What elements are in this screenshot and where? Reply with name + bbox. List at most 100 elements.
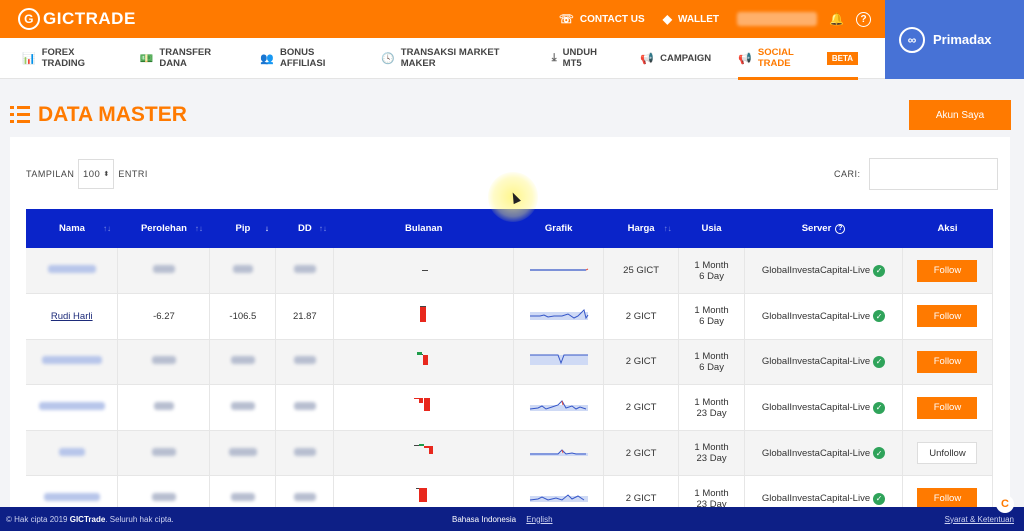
cell-action: Follow xyxy=(902,384,993,431)
table-row: 2 GICT 1 Month 6 Day GlobalInvestaCapital… xyxy=(26,339,993,386)
cell-monthly-chart xyxy=(333,430,515,477)
follow-button[interactable]: Follow xyxy=(917,259,978,282)
user-name-redacted[interactable] xyxy=(737,12,818,26)
entries-label: ENTRI xyxy=(118,169,148,179)
col-pip[interactable]: Pip ↓ xyxy=(209,209,276,248)
nav-label: SOCIAL TRADE xyxy=(757,47,794,69)
cell-name[interactable]: Rudi Harli xyxy=(26,293,119,340)
verified-check-icon: ✓ xyxy=(873,447,886,460)
table-row: 2 GICT 1 Month 23 Day GlobalInvestaCapita… xyxy=(26,430,993,477)
cell-action: Follow xyxy=(902,293,993,340)
cell-perolehan xyxy=(117,475,211,509)
users-icon: 👥 xyxy=(260,52,274,65)
cell-perolehan xyxy=(117,384,211,431)
cell-dd xyxy=(275,248,335,295)
cell-name[interactable] xyxy=(26,339,119,386)
akun-saya-button[interactable]: Akun Saya xyxy=(909,100,1011,130)
master-table: Nama ↑↓ Perolehan ↑↓ Pip ↓ DD ↑↓ Bulanan Gra… xyxy=(26,209,993,509)
page-size-value: 100 xyxy=(82,168,101,180)
bell-icon[interactable]: 🔔 xyxy=(829,12,844,26)
cell-server: GlobalInvestaCapital-Live ✓ xyxy=(744,475,903,509)
help-icon[interactable]: ? xyxy=(856,11,871,27)
col-dd[interactable]: DD ↑↓ xyxy=(275,209,334,248)
verified-check-icon: ✓ xyxy=(873,401,886,414)
cell-dd xyxy=(275,339,335,386)
logo[interactable]: G GICTRADE xyxy=(18,8,136,30)
page-title: DATA MASTER xyxy=(38,103,187,126)
sort-icon: ↑↓ xyxy=(102,224,111,233)
redacted-name xyxy=(58,447,85,456)
table-row: 25 GICT 1 Month 6 Day GlobalInvestaCapita… xyxy=(26,248,993,295)
download-icon: ⤓ xyxy=(551,51,557,64)
page-size-select[interactable]: 100 ⬍ xyxy=(78,159,115,189)
unfollow-button[interactable]: Unfollow xyxy=(917,442,978,465)
cell-dd xyxy=(275,384,335,431)
col-nama[interactable]: Nama ↑↓ xyxy=(26,209,118,248)
cell-name[interactable] xyxy=(26,384,119,431)
sparkline xyxy=(529,308,589,320)
sort-icon: ↑↓ xyxy=(663,224,672,233)
primadax-button[interactable]: ∞ Primadax xyxy=(885,0,1024,79)
cell-name[interactable] xyxy=(26,430,119,477)
nav-transfer-dana[interactable]: 💵 TRANSFER DANA xyxy=(140,38,234,79)
sort-icon: ↑↓ xyxy=(194,224,203,233)
search-input[interactable] xyxy=(868,158,998,190)
cell-age: 1 Month 23 Day xyxy=(678,475,746,509)
trader-name-link[interactable]: Rudi Harli xyxy=(51,311,93,322)
cell-name[interactable] xyxy=(26,248,119,295)
wallet-link[interactable]: ◆ WALLET xyxy=(663,12,719,26)
nav-social-trade[interactable]: 📢 SOCIAL TRADE BETA xyxy=(738,38,859,80)
sparkline xyxy=(529,268,588,271)
cell-sparkline xyxy=(513,293,605,340)
nav-campaign[interactable]: 📢 CAMPAIGN xyxy=(640,38,711,79)
cell-action: Follow xyxy=(902,248,993,295)
cell-name[interactable] xyxy=(26,475,119,509)
contact-us-link[interactable]: ☏ CONTACT US xyxy=(559,12,645,26)
top-links: ☏ CONTACT US ◆ WALLET 🔔 ? xyxy=(559,0,871,38)
megaphone-icon: 📢 xyxy=(640,52,655,65)
follow-button[interactable]: Follow xyxy=(917,350,978,373)
primadax-logo-icon: ∞ xyxy=(899,26,925,53)
nav-unduh-mt5[interactable]: ⤓ UNDUH MT5 xyxy=(552,38,614,79)
lang-indonesian[interactable]: Bahasa Indonesia xyxy=(452,515,516,524)
monthly-bars xyxy=(415,488,427,503)
primadax-label: Primadax xyxy=(933,32,992,47)
col-perolehan[interactable]: Perolehan ↑↓ xyxy=(117,209,210,248)
nav-forex-trading[interactable]: 📊 FOREX TRADING xyxy=(22,38,113,79)
nav-bonus-affiliasi[interactable]: 👥 BONUS AFFILIASI xyxy=(260,38,354,79)
follow-button[interactable]: Follow xyxy=(917,396,978,419)
cell-age: 1 Month 6 Day xyxy=(678,293,746,340)
nav-label: CAMPAIGN xyxy=(660,52,712,64)
nav-transaksi-market-maker[interactable]: 🕓 TRANSAKSI MARKET MAKER xyxy=(381,38,525,79)
cell-monthly-chart xyxy=(333,293,515,340)
col-aksi: Aksi xyxy=(902,209,993,248)
col-server: Server? xyxy=(744,209,903,248)
cell-perolehan xyxy=(117,248,211,295)
verified-check-icon: ✓ xyxy=(873,310,886,323)
nav-label: TRANSAKSI MARKET MAKER xyxy=(400,47,500,69)
follow-button[interactable]: Follow xyxy=(917,487,978,509)
info-icon[interactable]: ? xyxy=(835,223,846,234)
lang-english[interactable]: English xyxy=(526,515,552,524)
logo-mark-icon: G xyxy=(18,8,40,30)
chat-widget-icon[interactable]: C xyxy=(996,495,1014,513)
money-icon: 💵 xyxy=(139,52,154,65)
table-row: 2 GICT 1 Month 23 Day GlobalInvestaCapita… xyxy=(26,475,993,509)
cell-price: 2 GICT xyxy=(603,339,680,386)
sparkline xyxy=(529,494,588,503)
follow-button[interactable]: Follow xyxy=(917,305,978,328)
terms-link[interactable]: Syarat & Ketentuan xyxy=(945,515,1014,524)
verified-check-icon: ✓ xyxy=(873,355,886,368)
contact-us-label: CONTACT US xyxy=(579,13,645,25)
cell-perolehan: -6.27 xyxy=(117,293,211,340)
cell-sparkline xyxy=(513,339,605,386)
wallet-label: WALLET xyxy=(677,13,720,25)
cell-action: Follow xyxy=(902,475,993,509)
col-harga[interactable]: Harga ↑↓ xyxy=(603,209,679,248)
list-icon xyxy=(10,105,30,125)
copyright: © Hak cipta 2019 GICTrade. Seluruh hak c… xyxy=(6,514,174,524)
search-control: CARI: xyxy=(834,158,998,190)
cell-server: GlobalInvestaCapital-Live ✓ xyxy=(744,430,903,477)
sort-caret-icon: ⬍ xyxy=(103,171,110,178)
page-size-control: TAMPILAN 100 ⬍ ENTRI xyxy=(26,158,148,190)
